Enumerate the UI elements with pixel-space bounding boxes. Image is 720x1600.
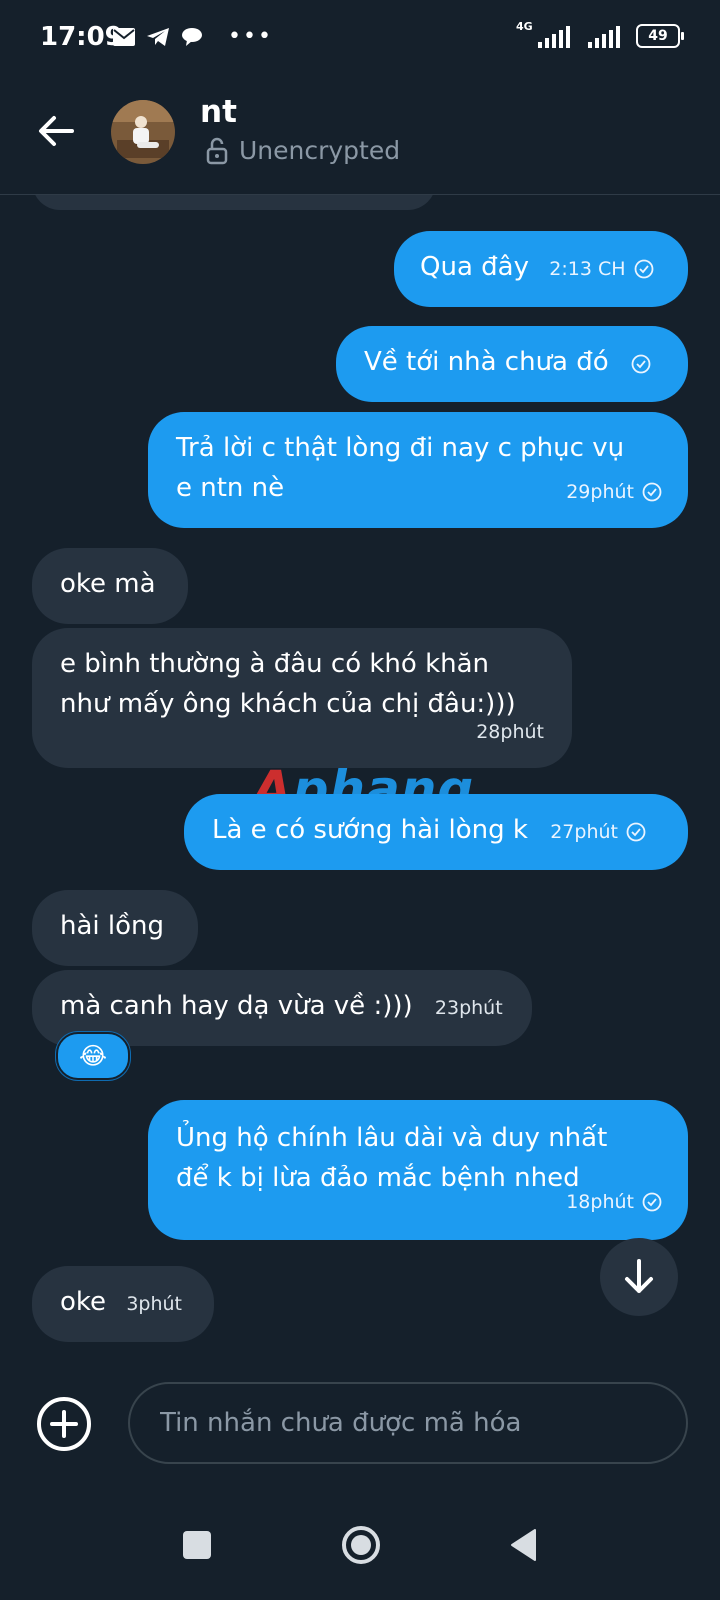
sent-check-icon bbox=[631, 354, 651, 374]
message-text: mà canh hay dạ vừa về :))) bbox=[60, 991, 413, 1021]
encryption-status: Unencrypted bbox=[205, 136, 400, 165]
system-indicators: 4G 49 bbox=[516, 20, 684, 48]
contact-name: nt bbox=[200, 94, 237, 130]
message-text: hài lồng bbox=[60, 911, 165, 941]
network-type: 4G bbox=[516, 20, 533, 33]
sent-check-icon bbox=[642, 1192, 662, 1212]
message-bubble[interactable]: e bình thường à đâu có khó khăn như mấy … bbox=[32, 628, 572, 768]
message-time: 28phút bbox=[476, 721, 544, 743]
recents-button[interactable] bbox=[172, 1520, 222, 1570]
plus-circle-icon bbox=[37, 1397, 91, 1451]
message-time: 23phút bbox=[434, 997, 503, 1019]
battery-level: 49 bbox=[648, 28, 668, 44]
reaction-badge[interactable]: 😂 bbox=[56, 1032, 130, 1080]
sent-check-icon bbox=[642, 482, 662, 502]
status-time: 17:09 bbox=[40, 22, 123, 52]
message-meta: 18phút bbox=[566, 1182, 662, 1222]
message-composer bbox=[0, 1354, 720, 1484]
battery-icon: 49 bbox=[636, 24, 684, 48]
sent-check-icon bbox=[634, 259, 653, 279]
message-time: 27phút bbox=[550, 821, 618, 843]
message-bubble-partial bbox=[32, 194, 436, 210]
triangle-back-icon bbox=[511, 1529, 536, 1561]
attach-button[interactable] bbox=[36, 1396, 92, 1452]
arrow-left-icon bbox=[39, 116, 74, 146]
telegram-icon bbox=[146, 26, 170, 48]
chat-header: nt Unencrypted bbox=[0, 76, 720, 195]
message-text: Là e có sướng hài lòng k bbox=[212, 815, 528, 845]
message-time: 29phút bbox=[566, 481, 634, 503]
home-button[interactable] bbox=[336, 1520, 386, 1570]
message-meta: 29phút bbox=[566, 472, 662, 512]
signal-icon bbox=[588, 24, 620, 48]
message-bubble[interactable]: oke mà bbox=[32, 548, 188, 624]
mail-icon bbox=[112, 26, 136, 48]
message-meta bbox=[631, 354, 651, 374]
system-nav-bar bbox=[0, 1490, 720, 1600]
signal-4g-icon: 4G bbox=[516, 20, 570, 48]
laughing-emoji-icon: 😂 bbox=[78, 1042, 108, 1070]
status-bar: 17:09 ••• 4G 49 bbox=[0, 0, 720, 76]
chat-icon bbox=[180, 26, 204, 48]
arrow-down-icon bbox=[625, 1259, 653, 1293]
message-meta: 2:13 CH bbox=[549, 249, 653, 289]
message-text: oke mà bbox=[60, 569, 156, 599]
notification-icons: ••• bbox=[112, 26, 273, 48]
message-text: e bình thường à đâu có khó khăn như mấy … bbox=[60, 649, 516, 719]
message-time: 3phút bbox=[126, 1293, 182, 1315]
message-meta: 28phút bbox=[476, 712, 544, 752]
square-icon bbox=[183, 1531, 211, 1559]
message-time: 18phút bbox=[566, 1191, 634, 1213]
home-circle-icon bbox=[342, 1526, 380, 1564]
message-bubble[interactable]: Về tới nhà chưa đó bbox=[336, 326, 688, 402]
message-bubble[interactable]: oke 3phút bbox=[32, 1266, 214, 1342]
message-meta: 23phút bbox=[435, 988, 503, 1028]
encryption-label: Unencrypted bbox=[239, 136, 401, 165]
message-input[interactable] bbox=[128, 1382, 688, 1464]
message-list[interactable]: Qua đây 2:13 CH Về tới nhà chưa đó Trả l… bbox=[0, 194, 720, 1354]
avatar[interactable] bbox=[111, 100, 175, 164]
unlock-icon bbox=[206, 137, 228, 164]
message-bubble[interactable]: hài lồng bbox=[32, 890, 198, 966]
more-notifications-icon: ••• bbox=[228, 24, 273, 49]
back-nav-button[interactable] bbox=[498, 1520, 548, 1570]
message-text: oke bbox=[60, 1287, 107, 1317]
message-time: 2:13 CH bbox=[549, 258, 626, 280]
message-bubble[interactable]: Là e có sướng hài lòng k 27phút bbox=[184, 794, 688, 870]
message-bubble[interactable]: Qua đây 2:13 CH bbox=[394, 231, 688, 307]
message-bubble[interactable]: Trả lời c thật lòng đi nay c phục vụ e n… bbox=[148, 412, 688, 528]
message-text: Qua đây bbox=[420, 252, 529, 282]
message-bubble[interactable]: Ủng hộ chính lâu dài và duy nhất để k bị… bbox=[148, 1100, 688, 1240]
scroll-to-bottom-button[interactable] bbox=[600, 1238, 678, 1316]
message-text: Về tới nhà chưa đó bbox=[364, 347, 609, 377]
back-button[interactable] bbox=[34, 108, 80, 154]
message-meta: 27phút bbox=[550, 812, 646, 852]
message-meta: 3phút bbox=[126, 1284, 182, 1324]
sent-check-icon bbox=[626, 822, 646, 842]
